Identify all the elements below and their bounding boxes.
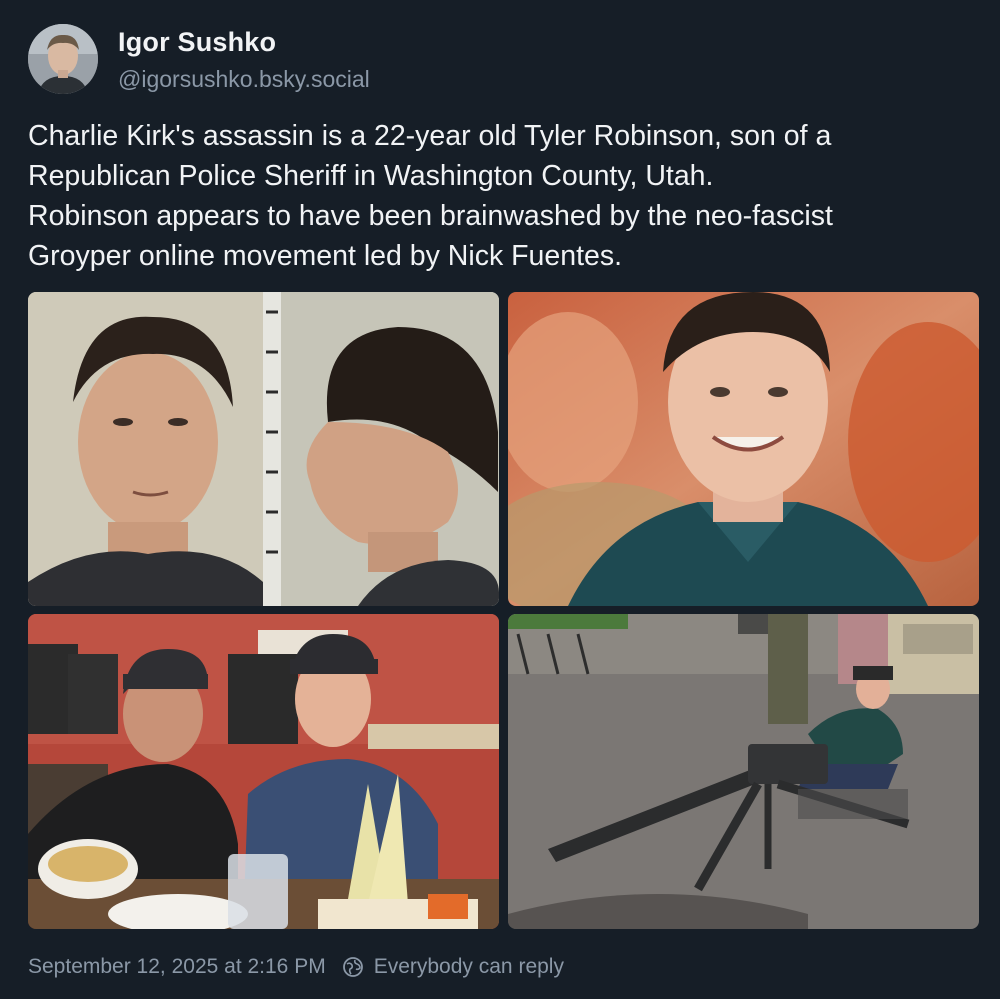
avatar-photo-icon xyxy=(28,24,98,94)
post-text: Charlie Kirk's assassin is a 22-year old… xyxy=(28,120,833,272)
photo-mugshot-icon xyxy=(28,292,499,606)
globe-icon xyxy=(342,956,364,978)
post-footer: September 12, 2025 at 2:16 PM Everybody … xyxy=(28,955,564,979)
image-portrait[interactable] xyxy=(508,292,979,606)
photo-machine-gun-icon xyxy=(508,614,979,929)
image-gallery xyxy=(28,292,979,929)
image-machine-gun[interactable] xyxy=(508,614,979,929)
image-mugshot[interactable] xyxy=(28,292,499,606)
author-handle[interactable]: @igorsushko.bsky.social xyxy=(118,66,370,93)
photo-restaurant-icon xyxy=(28,614,499,929)
post-card: Igor Sushko @igorsushko.bsky.social Char… xyxy=(0,0,1000,999)
reply-setting[interactable]: Everybody can reply xyxy=(374,955,564,979)
image-restaurant[interactable] xyxy=(28,614,499,929)
post-timestamp[interactable]: September 12, 2025 at 2:16 PM xyxy=(28,955,326,979)
author-avatar[interactable] xyxy=(28,24,98,94)
photo-portrait-icon xyxy=(508,292,979,606)
author-display-name[interactable]: Igor Sushko xyxy=(118,27,276,58)
